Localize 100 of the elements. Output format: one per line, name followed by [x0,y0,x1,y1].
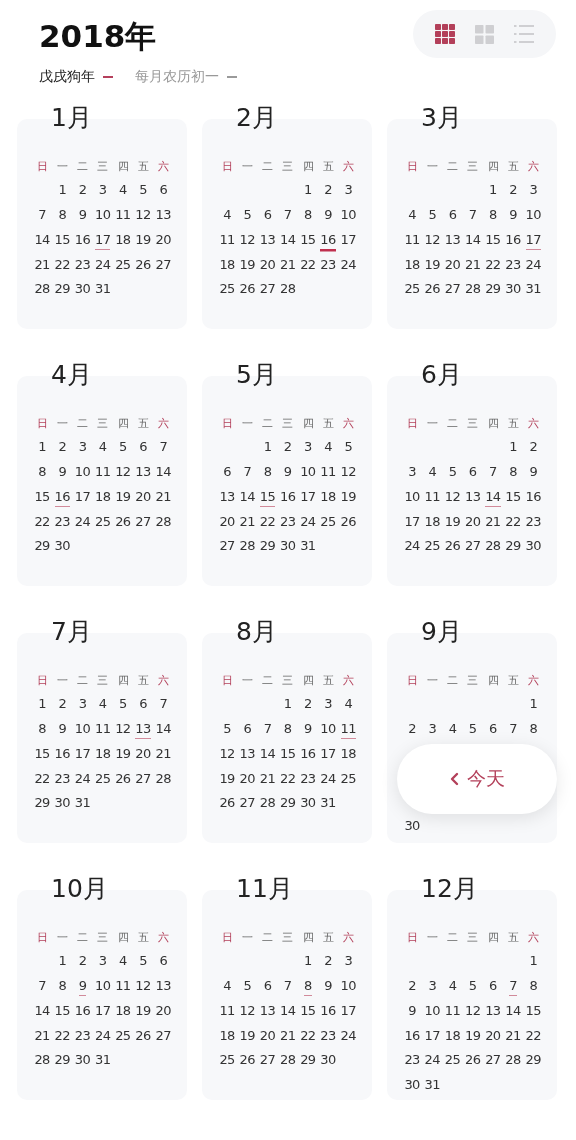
day-number[interactable]: 14 [485,488,501,507]
day-number[interactable]: 11 [424,488,440,507]
day-number[interactable]: 12 [115,721,131,739]
day-number[interactable]: 10 [74,721,91,739]
day-number[interactable]: 21 [465,256,481,275]
day-number[interactable]: 18 [115,1002,131,1021]
day-number[interactable]: 2 [324,182,332,201]
day-number[interactable]: 9 [283,464,292,482]
day-number[interactable]: 7 [243,464,252,482]
day-number[interactable]: 22 [34,770,50,789]
day-number[interactable]: 23 [525,513,541,532]
day-number[interactable]: 5 [119,439,127,458]
day-number[interactable]: 25 [219,281,235,300]
day-number[interactable]: 19 [239,256,255,275]
day-number[interactable]: 7 [489,464,497,482]
day-number[interactable]: 8 [58,978,67,996]
day-number[interactable]: 18 [340,745,356,764]
day-number[interactable]: 16 [74,1002,91,1021]
day-number[interactable]: 13 [444,231,461,250]
day-number[interactable]: 30 [320,1052,336,1071]
day-number[interactable]: 15 [300,231,316,250]
day-number[interactable]: 28 [34,1052,50,1071]
day-number[interactable]: 3 [98,953,107,972]
day-number[interactable]: 10 [95,207,111,225]
day-number[interactable]: 20 [135,745,151,764]
today-button[interactable]: 今天 [397,744,557,815]
day-number[interactable]: 25 [115,256,131,275]
day-number[interactable]: 29 [485,281,501,300]
day-number[interactable]: 4 [428,464,437,482]
day-number[interactable]: 13 [485,1002,501,1021]
day-number[interactable]: 23 [74,1027,91,1046]
day-number[interactable]: 7 [159,439,168,458]
day-number[interactable]: 17 [424,1027,440,1046]
day-number[interactable]: 31 [74,795,91,814]
day-number[interactable]: 6 [489,721,497,739]
day-number[interactable]: 17 [320,745,336,764]
day-number[interactable]: 6 [139,439,147,458]
day-number[interactable]: 6 [263,207,272,225]
day-number[interactable]: 3 [428,721,437,739]
day-number[interactable]: 17 [95,231,111,250]
day-number[interactable]: 29 [280,795,296,814]
day-number[interactable]: 8 [304,978,312,996]
day-number[interactable]: 30 [54,538,70,557]
day-number[interactable]: 5 [223,721,231,739]
day-number[interactable]: 25 [340,770,356,789]
day-number[interactable]: 23 [280,513,296,532]
day-number[interactable]: 12 [444,488,461,507]
day-number[interactable]: 13 [465,488,481,507]
day-number[interactable]: 7 [38,978,46,996]
day-number[interactable]: 8 [529,978,538,996]
day-number[interactable]: 21 [505,1027,521,1046]
day-number[interactable]: 14 [239,488,255,507]
day-number[interactable]: 2 [529,439,538,458]
day-number[interactable]: 20 [444,256,461,275]
day-number[interactable]: 22 [525,1027,541,1046]
day-number[interactable]: 20 [155,231,171,250]
day-number[interactable]: 6 [489,978,497,996]
day-number[interactable]: 14 [465,231,481,250]
day-number[interactable]: 29 [54,1052,70,1071]
day-number[interactable]: 27 [135,770,151,789]
day-number[interactable]: 31 [320,795,336,814]
day-number[interactable]: 1 [283,696,292,715]
day-number[interactable]: 13 [259,231,276,250]
day-number[interactable]: 8 [38,464,46,482]
day-number[interactable]: 11 [219,1002,235,1021]
day-number[interactable]: 4 [223,207,231,225]
day-number[interactable]: 30 [74,281,91,300]
day-number[interactable]: 10 [404,488,420,507]
day-number[interactable]: 30 [54,795,70,814]
day-number[interactable]: 16 [320,231,336,250]
day-number[interactable]: 13 [155,978,171,996]
day-number[interactable]: 29 [300,1052,316,1071]
day-number[interactable]: 2 [408,721,416,739]
day-number[interactable]: 2 [78,182,87,201]
day-number[interactable]: 11 [115,978,131,996]
day-number[interactable]: 25 [95,513,111,532]
day-number[interactable]: 17 [340,1002,356,1021]
day-number[interactable]: 29 [54,281,70,300]
day-number[interactable]: 25 [404,281,420,300]
day-number[interactable]: 9 [58,464,67,482]
day-number[interactable]: 26 [219,795,235,814]
day-number[interactable]: 6 [223,464,231,482]
day-number[interactable]: 12 [239,1002,255,1021]
day-number[interactable]: 16 [300,745,316,764]
day-number[interactable]: 12 [219,745,235,764]
day-number[interactable]: 13 [135,464,151,482]
day-number[interactable]: 13 [155,207,171,225]
day-number[interactable]: 24 [74,770,91,789]
day-number[interactable]: 5 [468,978,477,996]
day-number[interactable]: 22 [300,1027,316,1046]
day-number[interactable]: 27 [155,1027,171,1046]
day-number[interactable]: 7 [468,207,477,225]
day-number[interactable]: 5 [428,207,437,225]
day-number[interactable]: 4 [119,953,127,972]
day-number[interactable]: 3 [324,696,332,715]
day-number[interactable]: 30 [300,795,316,814]
day-number[interactable]: 12 [340,464,356,482]
day-number[interactable]: 7 [283,978,292,996]
day-number[interactable]: 1 [304,953,312,972]
day-number[interactable]: 17 [340,231,356,250]
